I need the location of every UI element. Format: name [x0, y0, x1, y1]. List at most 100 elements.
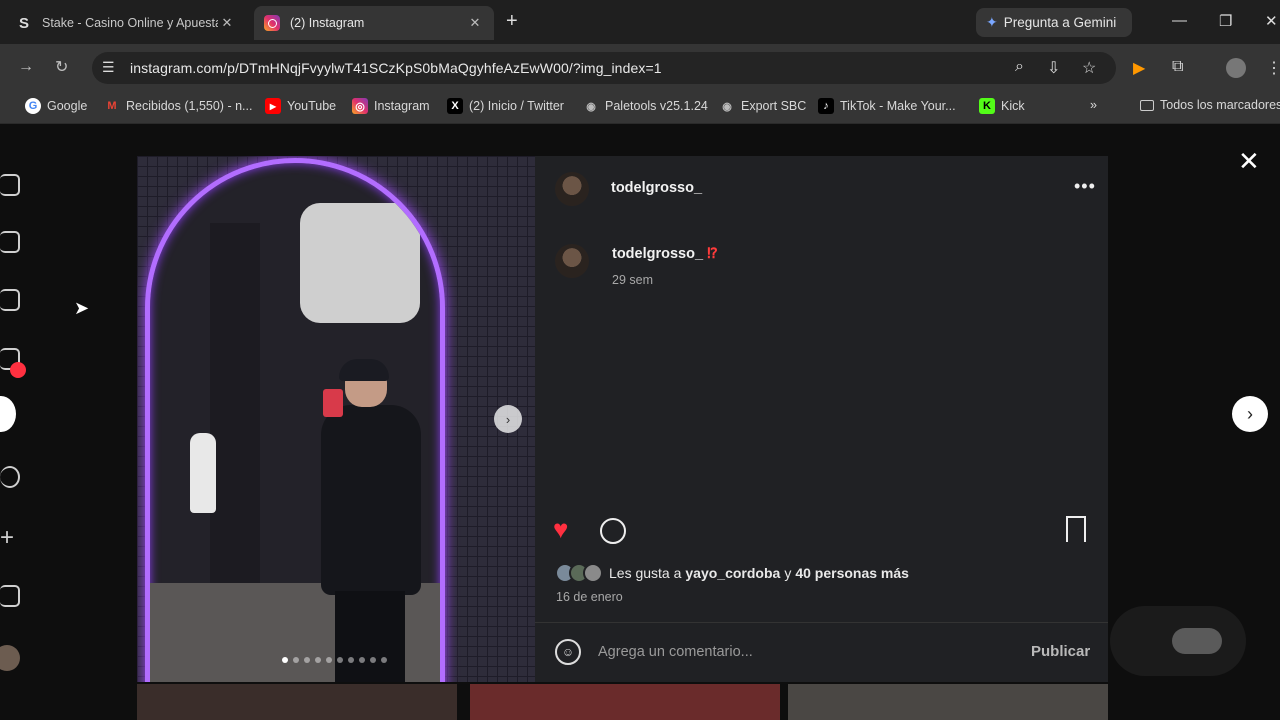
minimize-icon[interactable]: — [1172, 12, 1187, 29]
bookmark-star-icon[interactable]: ☆ [1082, 58, 1096, 78]
forward-icon[interactable]: → [18, 58, 34, 76]
gemini-spark-icon: ✦ [986, 14, 998, 30]
reload-icon[interactable]: ↻ [55, 57, 68, 77]
bookmark-label: Export SBC [741, 99, 807, 113]
install-app-icon[interactable]: ⇩ [1047, 58, 1060, 78]
bookmark-label: Google [47, 99, 88, 113]
bookmarks-overflow-button[interactable]: » [1090, 98, 1097, 112]
x-icon: X [447, 98, 463, 114]
carousel-dot [359, 657, 365, 663]
image-next-button[interactable]: › [494, 405, 522, 433]
grid-thumbnail[interactable] [470, 684, 780, 720]
instagram-logo-icon[interactable] [0, 174, 20, 196]
carousel-dot [348, 657, 354, 663]
caption-avatar[interactable] [555, 244, 589, 278]
bookmark-google[interactable]: G Google [25, 98, 87, 114]
window-close-icon[interactable]: ✕ [1265, 12, 1278, 30]
zoom-icon[interactable]: ⌕ [1015, 58, 1024, 76]
author-username[interactable]: todelgrosso_ [611, 180, 702, 196]
notification-badge [10, 362, 26, 378]
ceiling-light [300, 203, 420, 323]
extensions-puzzle-icon[interactable]: ⧉ [1172, 58, 1183, 76]
instagram-favicon-icon [264, 15, 280, 31]
person-legs [335, 591, 405, 682]
likes-summary[interactable]: Les gusta a yayo_cordoba y 40 personas m… [555, 563, 909, 583]
restore-icon[interactable]: ❐ [1219, 12, 1232, 30]
gemini-label: Pregunta a Gemini [1003, 15, 1117, 30]
caption-row: todelgrosso_ ⁉ [612, 246, 718, 262]
bookmark-tiktok[interactable]: ♪ TikTok - Make Your... [818, 98, 956, 114]
menu-dots-icon[interactable]: ⋮ [1266, 58, 1280, 78]
gemini-button[interactable]: ✦ Pregunta a Gemini [976, 8, 1132, 37]
next-post-button[interactable]: › [1232, 396, 1268, 432]
post-image[interactable] [137, 156, 535, 682]
save-bookmark-icon[interactable] [1066, 516, 1086, 542]
bookmark-label: Kick [1001, 99, 1025, 113]
comment-icon[interactable] [600, 518, 626, 544]
author-avatar[interactable] [555, 172, 589, 206]
kick-icon: K [979, 98, 995, 114]
grid-thumbnail[interactable] [788, 684, 1108, 720]
globe-icon: ◉ [722, 100, 732, 113]
likes-and: y [784, 565, 792, 581]
emoji-picker-icon[interactable]: ☺ [555, 639, 581, 665]
tab-close-icon[interactable]: ✕ [466, 15, 484, 31]
carousel-dot [315, 657, 321, 663]
stake-favicon-icon: S [18, 14, 29, 32]
dashboard-icon[interactable] [0, 585, 20, 607]
caption-username[interactable]: todelgrosso_ [612, 246, 703, 262]
all-bookmarks-folder[interactable]: Todos los marcadores [1140, 98, 1280, 112]
tab-instagram[interactable]: (2) Instagram ✕ [254, 6, 494, 40]
comment-input[interactable] [598, 640, 1008, 664]
reels-icon[interactable] [0, 289, 20, 311]
bookmark-twitter[interactable]: X (2) Inicio / Twitter [447, 98, 564, 114]
liker-avatar [583, 563, 603, 583]
likes-others[interactable]: 40 personas más [795, 565, 909, 581]
notifications-heart-icon[interactable] [0, 466, 20, 488]
new-tab-button[interactable]: + [506, 10, 518, 33]
caption-text: ⁉ [707, 246, 718, 262]
person-body [321, 405, 421, 595]
address-bar[interactable]: ☰ instagram.com/p/DTmHNqjFvyylwT41SCzKpS… [92, 52, 1116, 84]
likes-user[interactable]: yayo_cordoba [685, 565, 780, 581]
tab-stake[interactable]: S Stake - Casino Online y Apuestas ✕ [6, 6, 246, 40]
bookmark-label: (2) Inicio / Twitter [469, 99, 564, 113]
publish-button[interactable]: Publicar [1031, 643, 1090, 660]
tab-close-icon[interactable]: ✕ [218, 15, 236, 31]
like-heart-icon[interactable]: ♥ [553, 514, 568, 545]
site-info-icon[interactable]: ☰ [102, 59, 115, 76]
bookmark-kick[interactable]: K Kick [979, 98, 1025, 114]
messages-avatars [1172, 628, 1222, 654]
url-text: instagram.com/p/DTmHNqjFvyylwT41SCzKpS0b… [130, 60, 662, 76]
carousel-dot [293, 657, 299, 663]
extension-play-icon[interactable]: ▶ [1133, 58, 1145, 78]
tab-title: (2) Instagram [290, 16, 365, 30]
person-cap [339, 359, 389, 381]
bookmark-youtube[interactable]: ▶ YouTube [265, 98, 336, 114]
likes-prefix: Les gusta a [609, 565, 682, 581]
gmail-icon: M [107, 100, 117, 112]
toilet [190, 433, 216, 513]
bookmark-label: YouTube [287, 99, 337, 113]
bookmark-label: Instagram [374, 99, 430, 113]
divider [535, 622, 1108, 623]
grid-thumbnail[interactable] [137, 684, 457, 720]
bookmark-instagram[interactable]: ◎ Instagram [352, 98, 430, 114]
close-modal-icon[interactable]: ✕ [1238, 146, 1260, 177]
carousel-dots [282, 657, 387, 663]
tab-title: Stake - Casino Online y Apuestas [42, 16, 218, 30]
bookmark-gmail[interactable]: M Recibidos (1,550) - n... [104, 98, 252, 114]
carousel-dot [304, 657, 310, 663]
neon-mirror [145, 158, 445, 682]
carousel-dot [326, 657, 332, 663]
person-phone [323, 389, 343, 417]
caption-age: 29 sem [612, 273, 653, 287]
create-icon[interactable]: + [0, 524, 14, 552]
bookmark-export-sbc[interactable]: ◉ Export SBC [719, 98, 806, 114]
bookmark-label: Todos los marcadores [1160, 98, 1280, 112]
carousel-dot [337, 657, 343, 663]
more-options-icon[interactable]: ••• [1074, 176, 1096, 197]
home-icon[interactable] [0, 231, 20, 253]
bookmark-paletools[interactable]: ◉ Paletools v25.1.24 [583, 98, 708, 114]
profile-avatar[interactable] [1226, 58, 1246, 78]
